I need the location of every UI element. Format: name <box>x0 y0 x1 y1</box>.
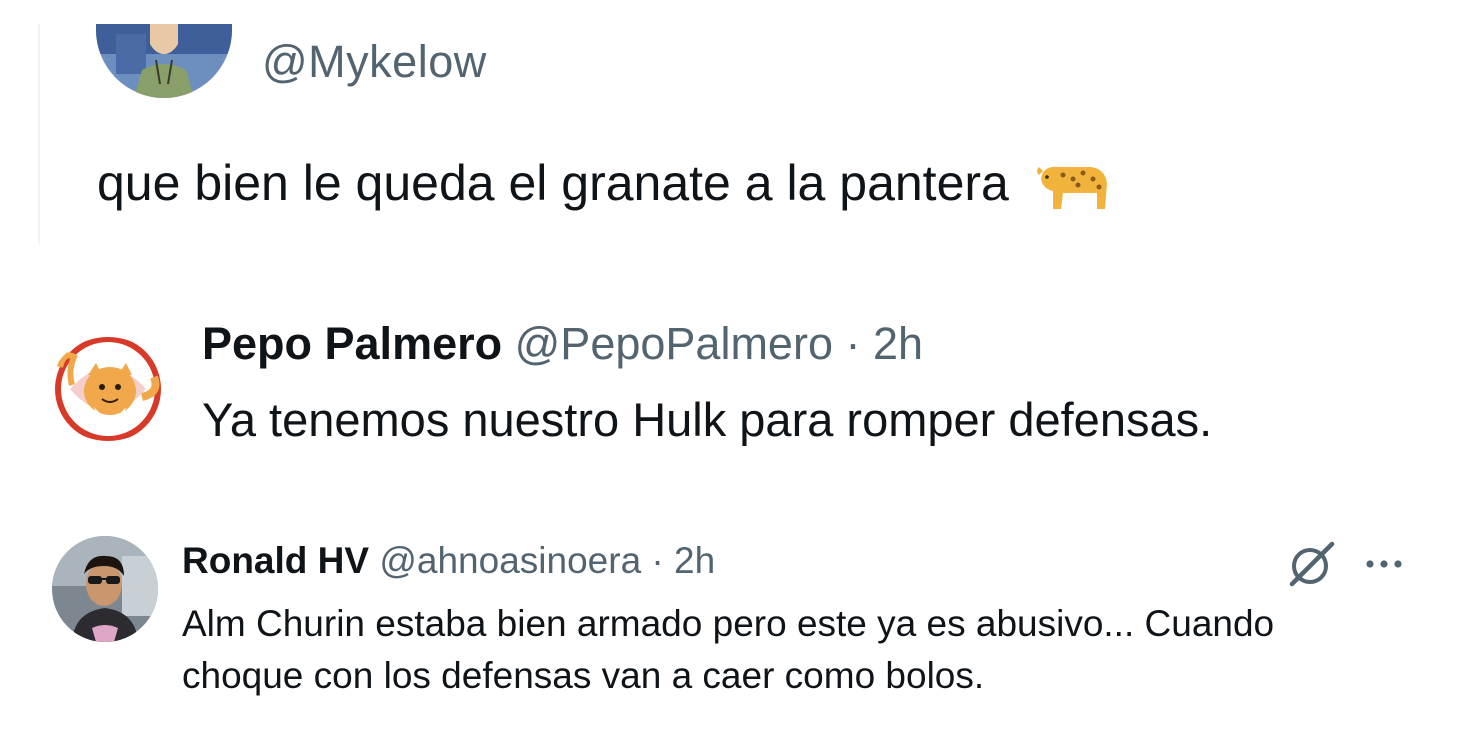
reply-1-separator: · <box>832 318 873 369</box>
reply-2-handle[interactable]: @ahnoasinoera <box>379 540 641 581</box>
reply-2-name[interactable]: Ronald HV <box>182 540 369 581</box>
reply-2-separator: · <box>641 540 675 581</box>
reply-2-time[interactable]: 2h <box>674 540 715 581</box>
reply-2-header: Ronald HV @ahnoasinoera · 2h <box>182 540 715 582</box>
more-icon[interactable] <box>1362 552 1406 576</box>
reply-2-text: Alm Churin estaba bien armado pero este … <box>182 598 1442 702</box>
reply-1-time[interactable]: 2h <box>873 318 923 369</box>
reply-1-header: Pepo Palmero @PepoPalmero · 2h <box>202 318 923 370</box>
reply-2-text-line-1: Alm Churin estaba bien armado pero este … <box>182 603 1275 644</box>
leopard-emoji-icon <box>1033 153 1113 213</box>
reply-2-text-line-2: choque con los defensas van a caer como … <box>182 655 985 696</box>
avatar-ronald-hv[interactable] <box>52 536 158 642</box>
reply-1-handle[interactable]: @PepoPalmero <box>515 318 833 369</box>
quoted-tweet-text-content: que bien le queda el granate a la panter… <box>97 155 1009 211</box>
avatar-mykelow[interactable] <box>96 24 232 98</box>
reply-1-name[interactable]: Pepo Palmero <box>202 318 502 369</box>
quote-thread-line <box>38 24 40 244</box>
grok-icon[interactable] <box>1286 540 1338 588</box>
avatar-pepo-palmero[interactable] <box>50 337 166 441</box>
reply-1-text: Ya tenemos nuestro Hulk para romper defe… <box>202 393 1213 446</box>
quoted-tweet-text: que bien le queda el granate a la panter… <box>97 154 1113 217</box>
quoted-tweet-handle[interactable]: @Mykelow <box>262 36 487 88</box>
